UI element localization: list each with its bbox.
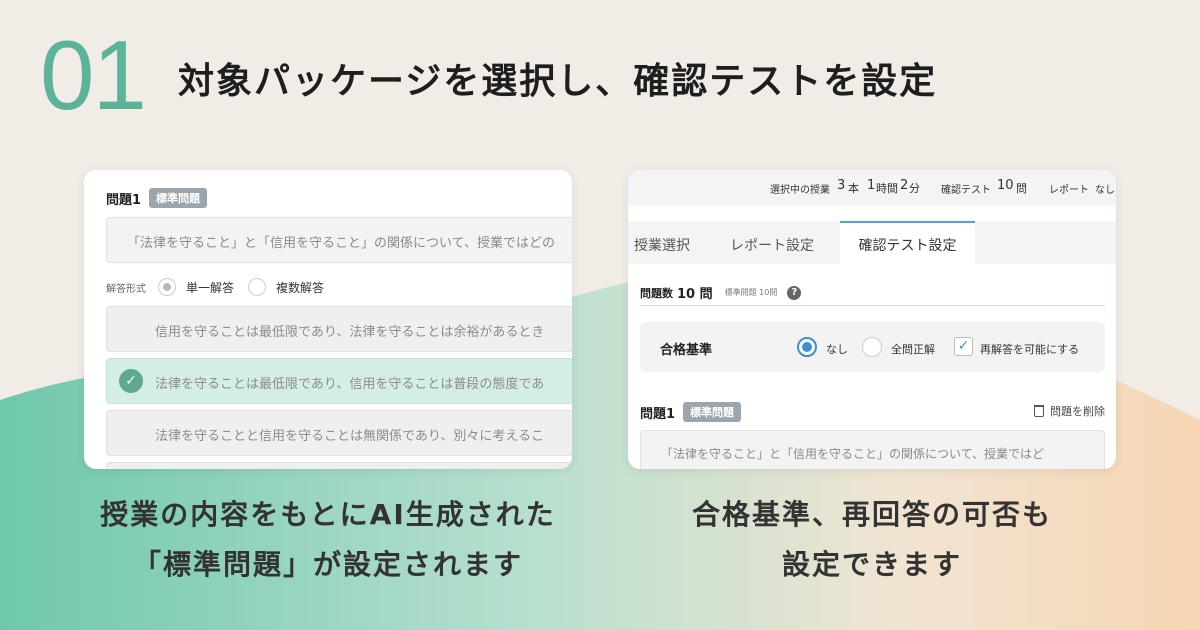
right-caption-line1: 合格基準、再回答の可否も	[691, 498, 1052, 531]
minutes-unit: 分	[909, 182, 920, 195]
tab-lesson-select[interactable]: 授業選択	[634, 235, 690, 255]
question-text-field[interactable]: 「法律を守ること」と「信用を守ること」の関係について、授業ではど	[640, 430, 1105, 469]
question-count-row: 問題数 10 問 標準問題 10問 ?	[640, 283, 802, 302]
hours-value: 1	[867, 178, 876, 193]
answer-format-row: 解答形式 単一解答 複数解答	[106, 278, 338, 296]
test-unit: 問	[1016, 182, 1027, 195]
left-caption-line2: 「標準問題」が設定されます	[132, 548, 523, 581]
retry-label: 再解答を可能にする	[980, 343, 1080, 356]
delete-question-label: 問題を削除	[1050, 405, 1105, 418]
settings-tabs: 授業選択 レポート設定 確認テスト設定	[628, 221, 1116, 265]
single-answer-radio[interactable]	[158, 278, 176, 296]
left-caption: 授業の内容をもとにAI生成された 「標準問題」が設定されます	[84, 490, 572, 590]
criteria-none-label: なし	[826, 343, 848, 356]
pass-criteria-label: 合格基準	[660, 343, 713, 358]
delete-question-button[interactable]: 問題を削除	[1034, 403, 1105, 419]
answer-option[interactable]: 信用を守ることは最低限であり、法律を守ることは余裕があるとき	[106, 306, 572, 352]
multiple-answer-radio[interactable]	[248, 278, 267, 296]
left-caption-line1: 授業の内容をもとにAI生成された	[100, 498, 556, 531]
answer-option[interactable]	[106, 462, 572, 469]
criteria-all-correct-label: 全問正解	[891, 343, 935, 356]
right-caption: 合格基準、再回答の可否も 設定できます	[628, 490, 1116, 590]
right-caption-line2: 設定できます	[781, 548, 962, 581]
answer-format-label: 解答形式	[106, 283, 146, 295]
test-label: 確認テスト	[941, 185, 991, 196]
question-count-label: 問題数	[640, 286, 673, 300]
question-count-sub: 標準問題 10問	[724, 288, 778, 297]
lesson-count: 3	[837, 178, 846, 193]
standard-question-badge: 標準問題	[683, 402, 742, 422]
single-answer-label: 単一解答	[186, 280, 235, 295]
criteria-none-radio[interactable]	[797, 337, 817, 357]
minutes-value: 2	[900, 178, 909, 193]
selection-summary-bar: 選択中の授業 3 本 1 時間 2 分 確認テスト 10 問 レポート なし	[628, 170, 1116, 206]
question-title: 問題1	[640, 406, 676, 422]
check-icon: ✓	[119, 369, 143, 393]
step-number: 01	[40, 20, 147, 130]
standard-question-badge: 標準問題	[149, 188, 208, 208]
tab-report-settings[interactable]: レポート設定	[730, 235, 814, 255]
question-header: 問題1 標準問題	[640, 402, 742, 422]
question-title: 問題1	[106, 192, 142, 208]
lesson-unit: 本	[848, 182, 859, 195]
hours-unit: 時間	[876, 182, 898, 195]
selected-lessons-label: 選択中の授業	[770, 185, 830, 196]
multiple-answer-label: 複数解答	[276, 280, 325, 295]
answer-option-correct[interactable]: ✓ 法律を守ることは最低限であり、信用を守ることは普段の態度であ	[106, 358, 572, 404]
pass-criteria-box: 合格基準 なし 全問正解 ✓ 再解答を可能にする	[640, 322, 1105, 372]
retry-checkbox[interactable]: ✓	[954, 337, 973, 356]
report-label: レポート	[1049, 185, 1089, 196]
page-title: 対象パッケージを選択し、確認テストを設定	[178, 61, 938, 102]
divider	[640, 305, 1105, 306]
question-count-value: 10 問	[677, 287, 713, 302]
help-icon[interactable]: ?	[787, 285, 802, 300]
report-value: なし	[1095, 185, 1115, 196]
tab-test-settings[interactable]: 確認テスト設定	[840, 221, 975, 265]
question-header: 問題1 標準問題	[106, 188, 208, 208]
criteria-all-correct-radio[interactable]	[862, 337, 882, 357]
answer-option[interactable]: 法律を守ることと信用を守ることは無関係であり、別々に考えるこ	[106, 410, 572, 456]
trash-icon	[1034, 405, 1044, 417]
answer-option-text: 法律を守ることは最低限であり、信用を守ることは普段の態度であ	[155, 377, 545, 392]
question-editor-panel: 問題1 標準問題 「法律を守ること」と「信用を守ること」の関係について、授業では…	[84, 170, 572, 469]
test-count: 10	[997, 178, 1014, 193]
question-text-field[interactable]: 「法律を守ること」と「信用を守ること」の関係について、授業ではどの	[106, 217, 572, 263]
test-settings-panel: 選択中の授業 3 本 1 時間 2 分 確認テスト 10 問 レポート なし 授…	[628, 170, 1116, 469]
